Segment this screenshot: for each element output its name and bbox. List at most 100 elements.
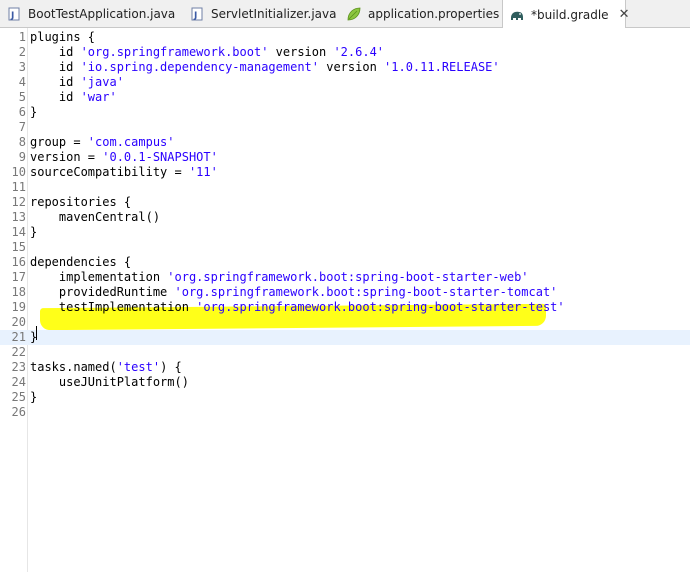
code-text: sourceCompatibility = '11' <box>30 165 218 180</box>
code-text: version = '0.0.1-SNAPSHOT' <box>30 150 218 165</box>
code-text: } <box>30 225 37 240</box>
code-line[interactable]: 15 <box>0 240 690 255</box>
code-editor[interactable]: 1 plugins {2 id 'org.springframework.boot… <box>0 28 690 572</box>
code-text: id 'io.spring.dependency-management' ver… <box>30 60 500 75</box>
code-line[interactable]: 6} <box>0 105 690 120</box>
code-token: ) { <box>160 360 182 374</box>
code-token: version = <box>30 150 103 164</box>
code-token: useJUnitPlatform() <box>30 375 189 389</box>
code-line[interactable]: 3 id 'io.spring.dependency-management' v… <box>0 60 690 75</box>
string-literal: '2.6.4' <box>333 45 385 59</box>
tab-build-gradle[interactable]: *build.gradle ✕ <box>502 0 629 29</box>
line-number: 13 <box>11 210 26 224</box>
line-number: 5 <box>18 90 26 104</box>
code-token: dependencies { <box>30 255 132 269</box>
code-token: sourceCompatibility = <box>30 165 189 179</box>
line-number: 18 <box>11 285 26 299</box>
code-token: version <box>268 45 334 59</box>
code-token: } <box>30 225 38 239</box>
tab-boot-test-application[interactable]: J BootTestApplication.java <box>0 0 178 28</box>
string-literal: '1.0.11.RELEASE' <box>384 60 500 74</box>
code-token: id <box>30 75 81 89</box>
properties-leaf-icon <box>346 6 362 22</box>
svg-text:J: J <box>10 11 14 21</box>
line-number: 15 <box>11 240 26 254</box>
code-token: group = <box>30 135 88 149</box>
code-token: testImplementation <box>30 300 197 314</box>
code-text: dependencies { <box>30 255 131 270</box>
tab-label: BootTestApplication.java <box>28 7 176 21</box>
code-line[interactable]: 13 mavenCentral() <box>0 210 690 225</box>
code-line[interactable]: 25} <box>0 390 690 405</box>
line-number: 14 <box>11 225 26 239</box>
line-number: 4 <box>18 75 26 89</box>
string-literal: '0.0.1-SNAPSHOT' <box>102 150 218 164</box>
code-line[interactable]: 19 testImplementation 'org.springframewo… <box>0 300 690 315</box>
code-lines[interactable]: 1 plugins {2 id 'org.springframework.boot… <box>0 30 690 420</box>
line-number: 21 <box>11 330 26 344</box>
code-line[interactable]: 8 group = 'com.campus' <box>0 135 690 150</box>
line-number: 24 <box>11 375 26 389</box>
string-literal: 'org.springframework.boot:spring-boot-st… <box>167 270 529 284</box>
code-line[interactable]: 2 id 'org.springframework.boot' version … <box>0 45 690 60</box>
code-line[interactable]: 12 repositories { <box>0 195 690 210</box>
code-line[interactable]: 22 <box>0 345 690 360</box>
line-number: 26 <box>11 405 26 419</box>
line-number: 2 <box>18 45 26 59</box>
string-literal: 'org.springframework.boot:spring-boot-st… <box>174 285 558 299</box>
java-file-icon: J <box>189 6 205 22</box>
code-token: } <box>30 390 38 404</box>
code-line[interactable]: 4 id 'java' <box>0 75 690 90</box>
tab-label: *build.gradle <box>531 7 609 22</box>
string-literal: 'org.springframework.boot' <box>80 45 269 59</box>
code-text: id 'war' <box>30 90 117 105</box>
code-line[interactable]: 14} <box>0 225 690 240</box>
code-line[interactable]: 24 useJUnitPlatform() <box>0 375 690 390</box>
line-number: 16 <box>11 255 26 269</box>
line-number: 20 <box>11 315 26 329</box>
code-token: plugins { <box>30 30 96 44</box>
code-text: repositories { <box>30 195 131 210</box>
code-text: providedRuntime 'org.springframework.boo… <box>30 285 558 300</box>
line-number: 6 <box>18 105 26 119</box>
line-number: 10 <box>11 165 26 179</box>
string-literal: 'test' <box>116 360 161 374</box>
code-line[interactable]: 7 <box>0 120 690 135</box>
code-line[interactable]: 21} <box>0 330 690 345</box>
code-text: useJUnitPlatform() <box>30 375 189 390</box>
code-line[interactable]: 11 <box>0 180 690 195</box>
line-number: 8 <box>18 135 26 149</box>
gradle-elephant-icon <box>509 7 525 23</box>
editor-tab-bar: J BootTestApplication.java J ServletInit… <box>0 0 690 29</box>
code-line[interactable]: 16 dependencies { <box>0 255 690 270</box>
close-icon[interactable]: ✕ <box>619 7 630 22</box>
code-line[interactable]: 1 plugins { <box>0 30 690 45</box>
line-number: 23 <box>11 360 26 374</box>
code-token: id <box>30 45 81 59</box>
java-class-icon: J <box>6 6 22 22</box>
code-token: version <box>319 60 385 74</box>
tab-application-properties[interactable]: application.properties <box>340 0 499 28</box>
code-line[interactable]: 9 version = '0.0.1-SNAPSHOT' <box>0 150 690 165</box>
code-line[interactable]: 17 implementation 'org.springframework.b… <box>0 270 690 285</box>
code-token: mavenCentral() <box>30 210 161 224</box>
code-line[interactable]: 26 <box>0 405 690 420</box>
code-text: plugins { <box>30 30 95 45</box>
string-literal: 'war' <box>80 90 117 104</box>
text-caret <box>36 326 37 340</box>
code-line[interactable]: 5 id 'war' <box>0 90 690 105</box>
code-line[interactable]: 10 sourceCompatibility = '11' <box>0 165 690 180</box>
code-token: providedRuntime <box>30 285 175 299</box>
string-literal: 'com.campus' <box>87 135 175 149</box>
line-number: 11 <box>11 180 26 194</box>
tab-label: ServletInitializer.java <box>211 7 337 21</box>
tab-servlet-initializer[interactable]: J ServletInitializer.java <box>183 0 337 28</box>
code-token: id <box>30 60 81 74</box>
code-line[interactable]: 18 providedRuntime 'org.springframework.… <box>0 285 690 300</box>
line-number: 1 <box>18 30 26 44</box>
code-line[interactable]: 23 tasks.named('test') { <box>0 360 690 375</box>
line-number: 7 <box>18 120 26 134</box>
code-text: mavenCentral() <box>30 210 160 225</box>
code-line[interactable]: 20 <box>0 315 690 330</box>
code-text: id 'java' <box>30 75 124 90</box>
